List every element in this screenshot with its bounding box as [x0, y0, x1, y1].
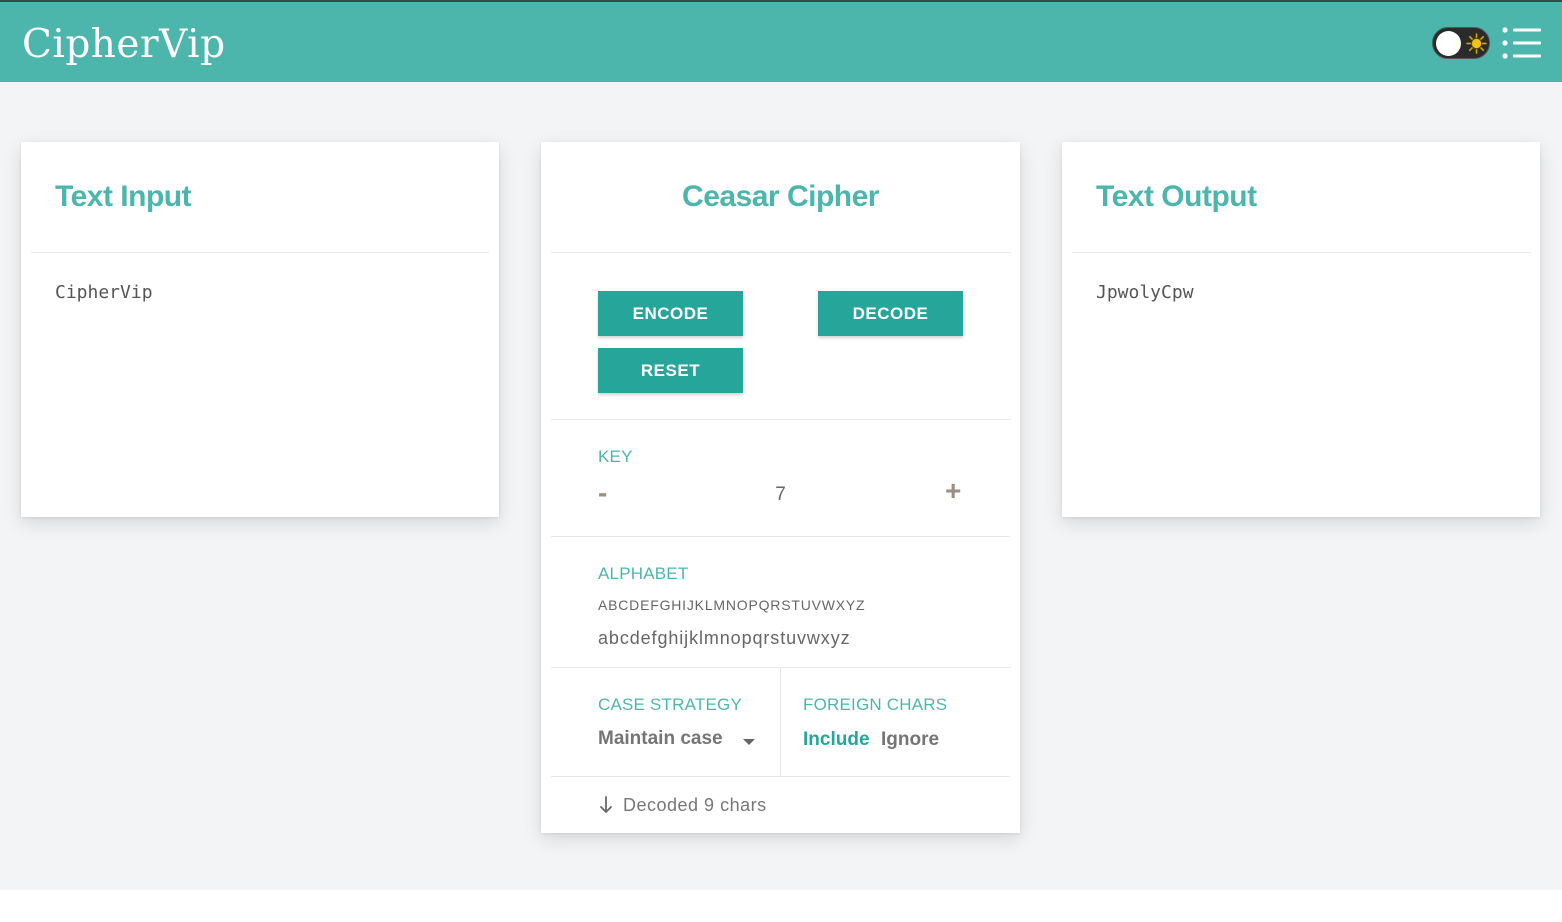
- alphabet-lowercase[interactable]: abcdefghijklmnopqrstuvwxyz: [598, 628, 851, 649]
- status-text: Decoded 9 chars: [623, 794, 767, 815]
- divider: [31, 252, 489, 253]
- divider: [551, 536, 1010, 537]
- case-strategy-select[interactable]: Maintain case: [598, 728, 758, 754]
- foreign-chars-include[interactable]: Include: [803, 729, 870, 751]
- toggle-knob: [1436, 31, 1461, 56]
- app-logo[interactable]: CipherVip: [22, 22, 226, 67]
- divider: [1072, 252, 1530, 253]
- text-output-card: Text Output JpwolyCpw: [1062, 142, 1540, 517]
- key-increment-button[interactable]: +: [945, 475, 961, 507]
- theme-toggle[interactable]: [1432, 27, 1490, 59]
- app-header: CipherVip: [0, 2, 1562, 82]
- text-output-field[interactable]: JpwolyCpw: [1096, 282, 1194, 303]
- arrow-down-icon: [600, 796, 612, 813]
- cipher-title: Ceasar Cipher: [682, 180, 879, 213]
- sun-icon: [1466, 33, 1487, 54]
- main-content: Text Input CipherVip Ceasar Cipher ENCOD…: [0, 82, 1562, 890]
- foreign-chars-label: FOREIGN CHARS: [803, 695, 948, 714]
- decode-button[interactable]: DECODE: [818, 291, 963, 336]
- cipher-card: Ceasar Cipher ENCODE DECODE RESET KEY - …: [541, 142, 1020, 833]
- encode-button[interactable]: ENCODE: [598, 291, 743, 336]
- text-input-card: Text Input CipherVip: [21, 142, 499, 517]
- text-input-title: Text Input: [55, 180, 192, 213]
- alphabet-label: ALPHABET: [598, 564, 689, 583]
- divider: [551, 419, 1010, 420]
- alphabet-uppercase[interactable]: ABCDEFGHIJKLMNOPQRSTUVWXYZ: [598, 597, 865, 613]
- text-output-title: Text Output: [1096, 180, 1257, 213]
- divider: [551, 252, 1010, 253]
- text-input-field[interactable]: CipherVip: [55, 282, 153, 303]
- reset-button[interactable]: RESET: [598, 348, 743, 393]
- case-strategy-value: Maintain case: [598, 728, 723, 749]
- case-strategy-label: CASE STRATEGY: [598, 695, 742, 714]
- status-bar: Decoded 9 chars: [598, 794, 767, 816]
- divider: [551, 776, 1010, 777]
- chevron-down-icon: [743, 739, 755, 745]
- foreign-chars-ignore[interactable]: Ignore: [881, 729, 939, 751]
- menu-icon[interactable]: [1500, 26, 1544, 62]
- key-label: KEY: [598, 447, 633, 466]
- vertical-divider: [780, 668, 781, 776]
